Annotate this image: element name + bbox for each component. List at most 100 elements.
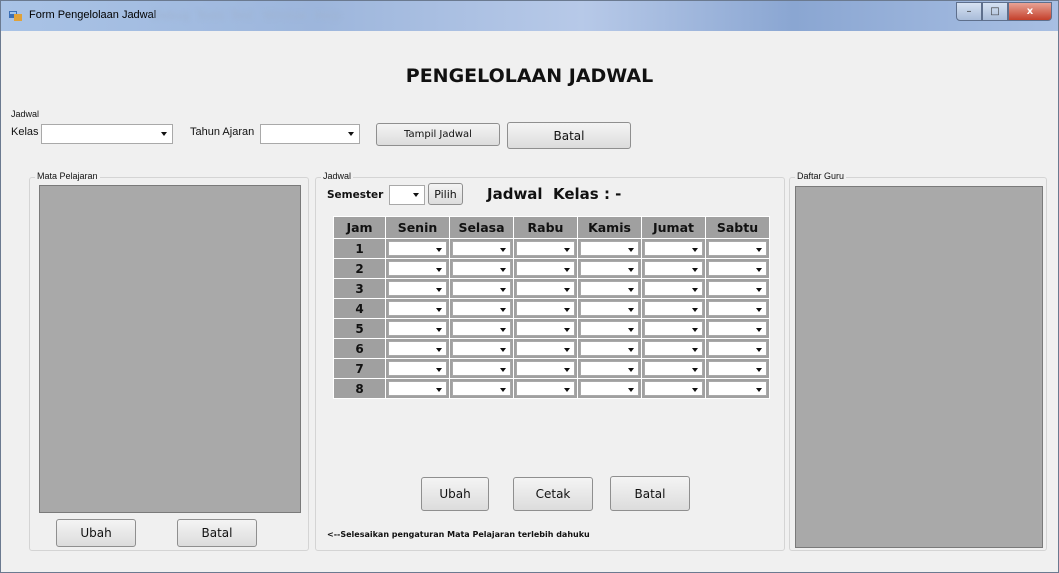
jadwal-cell-combobox[interactable] [580,301,639,316]
jadwal-cell-combobox[interactable] [708,241,767,256]
chevron-down-icon [756,248,762,252]
chevron-down-icon [628,348,634,352]
jadwal-cell-combobox[interactable] [388,301,447,316]
table-row: 1 [333,238,770,259]
cetak-jadwal-button[interactable]: Cetak [513,477,593,511]
column-header-sabtu: Sabtu [705,216,770,239]
tahun-ajaran-combobox[interactable] [260,124,360,144]
kelas-combobox[interactable] [41,124,173,144]
chevron-down-icon [692,308,698,312]
jadwal-cell-combobox[interactable] [644,241,703,256]
jadwal-table: Jam Senin Selasa Rabu Kamis Jumat Sabtu … [333,216,770,399]
kelas-label: Kelas [11,126,39,138]
jam-cell: 8 [333,378,386,399]
ubah-jadwal-button[interactable]: Ubah [421,477,489,511]
jadwal-cell-combobox[interactable] [708,341,767,356]
jadwal-cell-combobox[interactable] [580,261,639,276]
jadwal-cell-combobox[interactable] [452,381,511,396]
jadwal-cell-combobox[interactable] [516,281,575,296]
jadwal-cell-combobox[interactable] [388,241,447,256]
chevron-down-icon [692,248,698,252]
title-bar[interactable]: Form Pengelolaan Jadwal Debug Tools Test… [1,1,1058,31]
close-button[interactable]: x [1008,2,1052,21]
jam-cell: 2 [333,258,386,279]
jadwal-cell-combobox[interactable] [516,241,575,256]
table-row: 5 [333,318,770,339]
jadwal-cell-combobox[interactable] [644,341,703,356]
jadwal-cell-combobox[interactable] [516,301,575,316]
jadwal-cell-combobox[interactable] [644,321,703,336]
jadwal-cell-combobox[interactable] [452,281,511,296]
jadwal-cell-combobox[interactable] [388,261,447,276]
jadwal-cell-combobox[interactable] [644,361,703,376]
jadwal-cell-combobox[interactable] [580,341,639,356]
jadwal-cell-combobox[interactable] [452,341,511,356]
jadwal-cell-combobox[interactable] [708,301,767,316]
column-header-jam: Jam [333,216,386,239]
tampil-jadwal-button[interactable]: Tampil Jadwal [376,123,500,146]
daftar-guru-list[interactable] [795,186,1043,548]
chevron-down-icon [628,388,634,392]
jadwal-cell-combobox[interactable] [388,341,447,356]
chevron-down-icon [628,308,634,312]
jadwal-cell-combobox[interactable] [452,301,511,316]
jadwal-cell-combobox[interactable] [644,301,703,316]
jadwal-cell-combobox[interactable] [708,361,767,376]
pilih-semester-button[interactable]: Pilih [428,183,463,205]
chevron-down-icon [436,288,442,292]
batal-filter-button[interactable]: Batal [507,122,631,149]
jadwal-cell-combobox[interactable] [580,281,639,296]
chevron-down-icon [756,368,762,372]
table-header-row: Jam Senin Selasa Rabu Kamis Jumat Sabtu [333,216,770,239]
jadwal-cell-combobox[interactable] [388,361,447,376]
chevron-down-icon [692,328,698,332]
chevron-down-icon [692,388,698,392]
jadwal-cell-combobox[interactable] [644,261,703,276]
semester-combobox[interactable] [389,185,425,205]
chevron-down-icon [564,308,570,312]
jadwal-cell-combobox[interactable] [516,361,575,376]
jadwal-cell-combobox[interactable] [708,281,767,296]
jadwal-cell-combobox[interactable] [708,321,767,336]
minimize-button[interactable]: – [956,2,982,21]
jadwal-cell-combobox[interactable] [580,381,639,396]
column-header-jumat: Jumat [641,216,706,239]
jadwal-cell-combobox[interactable] [452,261,511,276]
chevron-down-icon [756,308,762,312]
chevron-down-icon [436,328,442,332]
jadwal-cell-combobox[interactable] [516,381,575,396]
jadwal-cell-combobox[interactable] [388,281,447,296]
page-title: PENGELOLAAN JADWAL [405,65,654,87]
jadwal-group-label: Jadwal [321,171,354,181]
jadwal-cell-combobox[interactable] [452,321,511,336]
jadwal-cell-combobox[interactable] [708,381,767,396]
filter-group-label: Jadwal [11,109,40,119]
batal-jadwal-button[interactable]: Batal [610,476,690,511]
batal-mata-pelajaran-button[interactable]: Batal [177,519,257,547]
jadwal-cell-combobox[interactable] [580,361,639,376]
jadwal-cell-combobox[interactable] [644,281,703,296]
jadwal-cell-combobox[interactable] [516,321,575,336]
jadwal-cell-combobox[interactable] [708,261,767,276]
chevron-down-icon [692,348,698,352]
jadwal-cell-combobox[interactable] [388,381,447,396]
chevron-down-icon [413,193,419,197]
jadwal-cell-combobox[interactable] [580,321,639,336]
mata-pelajaran-list[interactable] [39,185,301,513]
jadwal-cell-combobox[interactable] [516,341,575,356]
jadwal-cell-combobox[interactable] [452,241,511,256]
table-row: 4 [333,298,770,319]
jadwal-cell-combobox[interactable] [644,381,703,396]
jadwal-cell-combobox[interactable] [452,361,511,376]
jadwal-cell-combobox[interactable] [516,261,575,276]
blurred-menu-item: Window [263,9,307,22]
maximize-button[interactable]: □ [982,2,1008,21]
info-note: <--Selesaikan pengaturan Mata Pelajaran … [327,530,590,539]
jadwal-cell-combobox[interactable] [580,241,639,256]
column-header-rabu: Rabu [513,216,578,239]
jadwal-cell-combobox[interactable] [388,321,447,336]
chevron-down-icon [692,368,698,372]
mata-pelajaran-group-label: Mata Pelajaran [35,171,100,181]
ubah-mata-pelajaran-button[interactable]: Ubah [56,519,136,547]
form-client-area: PENGELOLAAN JADWAL Jadwal Kelas Tahun Aj… [9,31,1050,566]
